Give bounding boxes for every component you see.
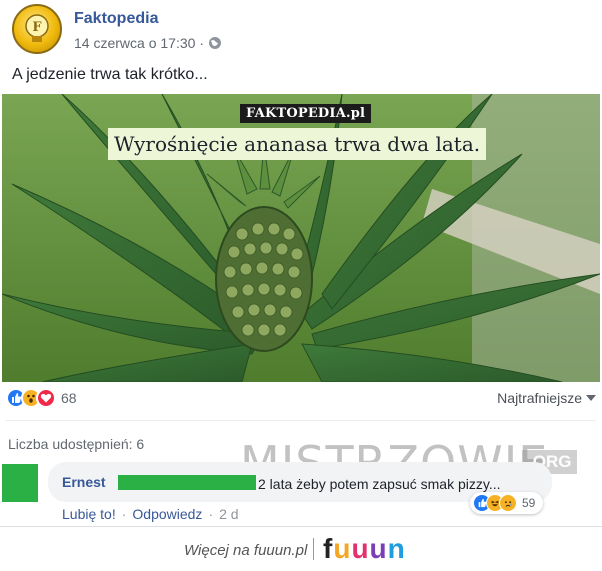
sort-label: Najtrafniejsze <box>497 390 582 406</box>
reply-link[interactable]: Odpowiedz <box>132 506 202 522</box>
faktopedia-brand-tag: FAKTOPEDIA.pl <box>240 104 372 123</box>
action-separator: · <box>121 506 127 522</box>
svg-text:F: F <box>32 20 42 35</box>
post-header: F Faktopedia 14 czerwca o 17:30 · <box>12 4 572 56</box>
footer-link-text[interactable]: Więcej na fuuun.pl <box>184 542 307 559</box>
logo-letter: u <box>333 533 352 564</box>
page-name-link[interactable]: Faktopedia <box>74 10 158 28</box>
post-date[interactable]: 14 czerwca o 17:30 <box>74 35 195 51</box>
reaction-summary[interactable]: 68 <box>6 386 77 410</box>
share-count-link[interactable]: Liczba udostępnień: 6 <box>8 436 144 452</box>
fact-text-box: Wyrośnięcie ananasa trwa dwa lata. <box>108 128 487 160</box>
logo-letter: u <box>351 533 370 564</box>
meta-separator: · <box>199 35 205 51</box>
page-avatar[interactable]: F <box>12 4 62 54</box>
sad-icon <box>499 494 517 512</box>
comment-time[interactable]: 2 d <box>219 506 238 522</box>
comment-text: 2 lata żeby potem zapsuć smak pizzy... <box>258 476 501 492</box>
footer-divider <box>313 538 314 560</box>
lightbulb-icon: F <box>25 14 49 42</box>
comment-sort-dropdown[interactable]: Najtrafniejsze <box>497 390 596 406</box>
comment-actions: Lubię to! · Odpowiedz · 2 d <box>62 506 239 522</box>
fuuun-footer: Więcej na fuuun.pl fuuun <box>0 527 602 571</box>
comment-avatar-redacted[interactable] <box>2 464 38 502</box>
comment-reaction-count: 59 <box>522 496 536 510</box>
caret-down-icon <box>586 395 596 401</box>
redaction-bar <box>118 475 256 490</box>
post-caption: A jedzenie trwa tak krótko... <box>12 66 208 83</box>
fuuun-logo[interactable]: fuuun <box>323 533 406 565</box>
comment-reaction-summary[interactable]: 59 <box>470 492 544 514</box>
logo-letter: n <box>387 533 406 564</box>
love-icon <box>36 388 56 408</box>
divider <box>6 420 596 421</box>
logo-letter: u <box>369 533 388 564</box>
facebook-post: F Faktopedia 14 czerwca o 17:30 · A jedz… <box>0 0 602 527</box>
like-comment-link[interactable]: Lubię to! <box>62 506 116 522</box>
action-separator: · <box>208 506 214 522</box>
reaction-count[interactable]: 68 <box>61 390 77 406</box>
post-meta: 14 czerwca o 17:30 · <box>74 35 222 51</box>
logo-letter: f <box>323 533 334 564</box>
comment-author-link[interactable]: Ernest <box>62 474 106 490</box>
globe-icon[interactable] <box>208 36 222 50</box>
